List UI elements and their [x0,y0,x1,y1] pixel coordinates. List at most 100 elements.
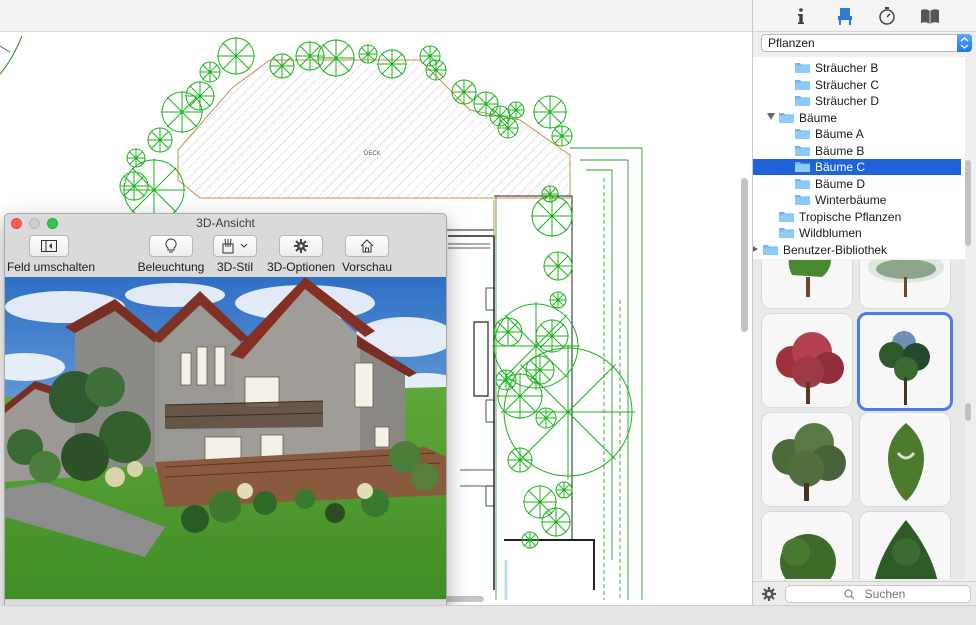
folder-icon [779,112,794,123]
plan-vertical-scrollbar[interactable] [741,178,748,332]
plant-symbol [541,507,571,537]
tree-item[interactable]: Bäume C [753,159,961,175]
plant-symbol [217,37,255,75]
furniture-icon[interactable] [835,6,855,26]
folder-icon [763,244,778,255]
disclosure-open-icon[interactable] [767,112,775,120]
tree-item-label: Bäume B [815,143,865,158]
tree-item[interactable]: Winterbäume [753,192,961,208]
search-field[interactable] [785,585,971,603]
lightbulb-icon [165,238,177,253]
library-panel: Pflanzen Sträucher B Sträucher C Sträucher… [752,0,976,605]
plant-thumbnail-selected[interactable] [857,312,953,411]
tree-item-label: Sträucher D [815,94,880,108]
3d-view-window: 3D-Ansicht Feld umschalten Beleuchtung 3… [4,213,447,619]
tree-item-label: Benutzer-Bibliothek [783,242,888,257]
timer-icon[interactable] [877,6,897,26]
window-title: 3D-Ansicht [196,216,255,230]
deck-label: DECK [364,151,381,157]
plant-symbol [199,61,221,83]
plant-symbol [533,95,567,129]
plant-symbol [126,148,146,168]
plant-symbol [185,81,215,111]
plant-thumbnail[interactable] [859,511,951,579]
category-select-value: Pflanzen [768,36,815,50]
window-titlebar[interactable]: 3D-Ansicht [5,214,446,232]
folder-icon [795,96,810,106]
plant-thumbnail-grid[interactable] [753,260,965,579]
plant-symbol [161,91,203,133]
plant-symbol [497,117,519,139]
tree-item[interactable]: Sträucher D [753,93,961,109]
plant-symbol [425,59,447,81]
toggle-panel-button[interactable] [29,235,69,257]
book-icon[interactable] [919,6,939,26]
tree-scrollbar[interactable] [965,160,971,246]
tree-item-label: Bäume D [815,176,866,191]
plant-symbol [555,481,573,499]
tree-item[interactable]: Bäume [753,110,961,126]
plant-symbol [489,105,511,127]
library-footer [753,581,976,605]
plant-symbol [531,195,573,237]
plant-thumbnail[interactable] [761,412,853,507]
plant-thumbnail[interactable] [761,313,853,408]
3d-style-label: 3D-Stil [216,260,253,274]
folder-icon [795,79,810,90]
gear-icon [294,239,308,253]
3d-render-viewport[interactable] [5,277,446,599]
tree-item[interactable]: Sträucher C [753,77,961,93]
tree-item-label: Bäume [799,110,838,125]
folder-icon [779,211,794,222]
tree-item[interactable]: Bäume B [753,143,961,159]
folder-icon [795,145,810,156]
tree-item-label: Winterbäume [815,193,887,207]
tree-item-label: Sträucher C [815,77,880,92]
search-input[interactable] [786,586,970,602]
toggle-panel-label: Feld umschalten [6,260,96,274]
tree-item[interactable]: Bäume A [753,126,961,142]
preview-label: Vorschau [341,260,393,274]
tree-item[interactable]: Wildblumen [753,225,961,241]
plant-symbol [451,79,477,105]
chevron-updown-icon [957,34,972,52]
plant-thumbnail[interactable] [761,260,853,309]
3d-options-button[interactable] [279,235,323,257]
folder-icon [795,129,810,139]
disclosure-closed-icon[interactable] [753,244,758,253]
lighting-label: Beleuchtung [137,260,205,274]
house-icon [360,239,374,253]
library-tab-bar [753,0,976,32]
house-render [5,277,446,599]
plant-symbol [549,291,567,309]
tree-item[interactable]: Tropische Pflanzen [753,209,961,225]
plant-symbol [543,251,573,281]
3d-options-label: 3D-Optionen [266,260,336,274]
info-icon[interactable] [791,6,811,26]
plant-symbol [495,369,517,391]
folder-icon [795,178,810,189]
plant-thumbnail[interactable] [859,412,951,507]
app-window: DECK 3D-Ansicht Feld umschalten Beleucht… [0,0,976,625]
tree-item-label: Wildblumen [799,226,862,240]
sidebar-toggle-icon [41,240,57,252]
tree-item[interactable]: Bäume D [753,176,961,192]
tree-item[interactable]: Sträucher B [753,60,961,76]
plant-thumbnail[interactable] [859,260,951,309]
grid-scrollbar[interactable] [965,403,971,421]
tree-item[interactable]: Benutzer-Bibliothek [753,242,961,258]
plant-symbol [473,91,499,117]
tree-item-label: Bäume A [815,127,864,141]
lighting-button[interactable] [149,235,193,257]
plant-symbol [358,44,378,64]
gear-icon[interactable] [761,586,777,602]
library-tree[interactable]: Sträucher B Sträucher C Sträucher D Bäume Bä… [753,57,965,259]
deck-area [177,59,571,199]
plant-thumbnail[interactable] [761,511,853,579]
category-select[interactable]: Pflanzen [761,34,972,52]
folder-icon [795,63,810,73]
preview-button[interactable] [345,235,389,257]
plant-symbol [317,39,355,77]
tree-item-label: Sträucher B [815,61,879,75]
3d-style-button[interactable] [213,235,257,257]
